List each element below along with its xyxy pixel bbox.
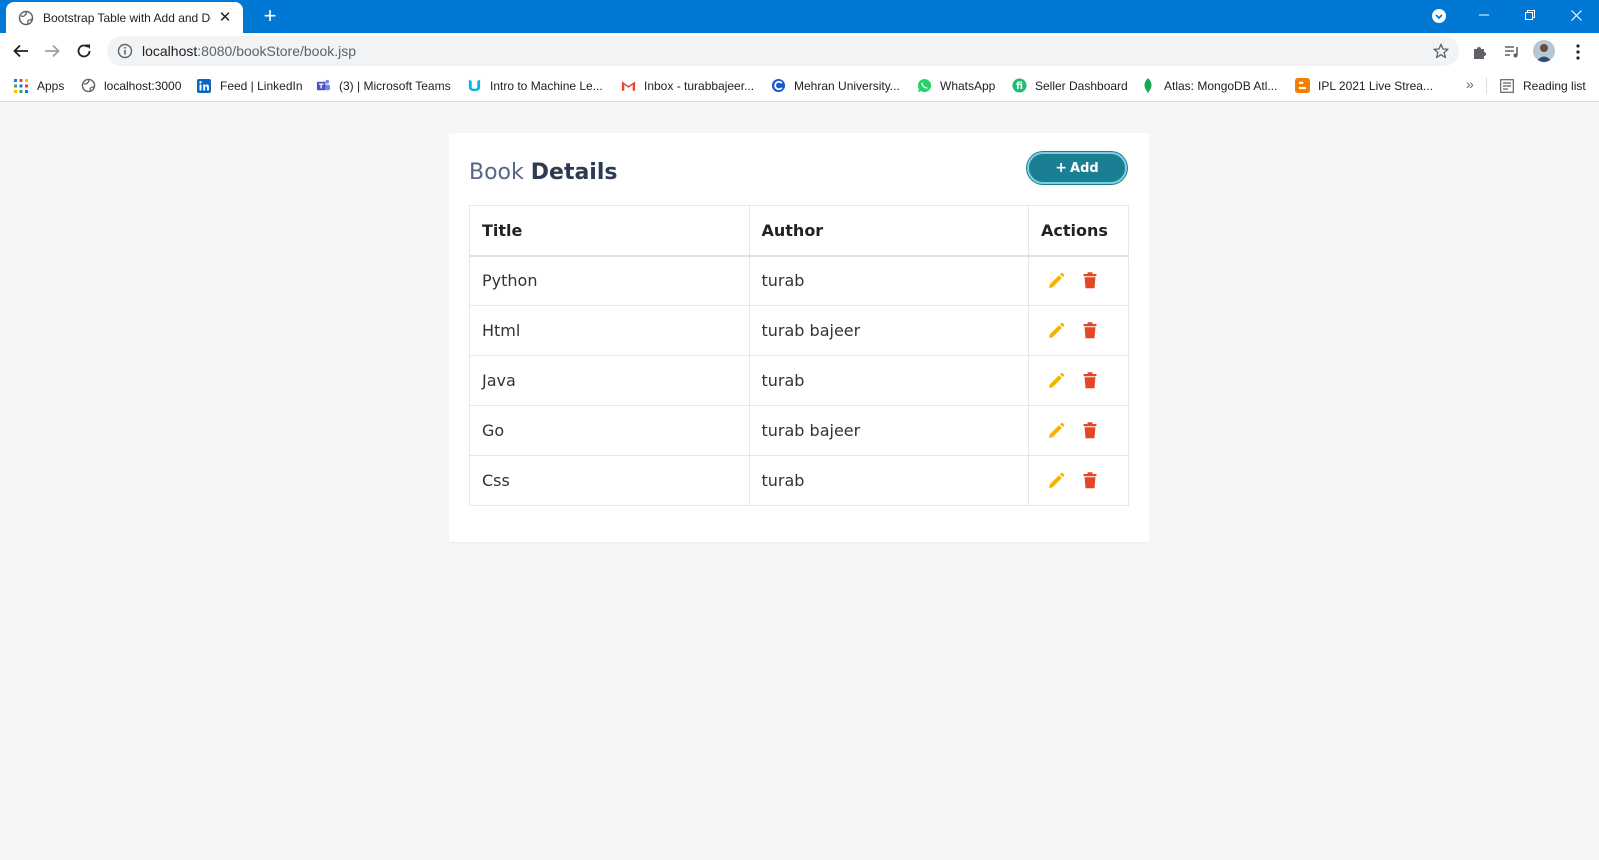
- browser-toolbar: localhost:8080/bookStore/book.jsp: [0, 33, 1599, 69]
- delete-trash-icon[interactable]: [1081, 272, 1099, 290]
- bookmarks-divider: [1486, 77, 1487, 94]
- extensions-puzzle-icon[interactable]: [1471, 43, 1489, 61]
- bookmark-microsoft-teams[interactable]: (3) | Microsoft Teams: [315, 77, 451, 94]
- table-row: Css turab: [469, 455, 1129, 506]
- book-author-cell: turab bajeer: [748, 305, 1030, 356]
- bookmark-gmail[interactable]: Inbox - turabbajeer...: [620, 77, 754, 94]
- address-bar[interactable]: localhost:8080/bookStore/book.jsp: [107, 36, 1459, 66]
- close-window-icon[interactable]: [1553, 0, 1599, 30]
- linkedin-icon: [196, 78, 212, 94]
- bookmark-seller-dashboard[interactable]: fi Seller Dashboard: [1011, 77, 1128, 94]
- table-row: Go turab bajeer: [469, 405, 1129, 456]
- reading-list-icon: [1499, 78, 1515, 94]
- minimize-window-icon[interactable]: [1461, 0, 1507, 30]
- book-author-cell: turab: [748, 255, 1030, 306]
- tab-title: Bootstrap Table with Add and Delete: [43, 10, 211, 25]
- globe-icon: [18, 10, 34, 26]
- book-title-cell: Css: [469, 455, 750, 506]
- add-book-button[interactable]: + Add: [1027, 152, 1127, 184]
- edit-pencil-icon[interactable]: [1047, 272, 1065, 290]
- tab-search-icon[interactable]: [1431, 8, 1447, 24]
- bookmark-star-icon[interactable]: [1433, 43, 1449, 59]
- table-header-row: Title Author Actions: [469, 205, 1129, 257]
- book-title-cell: Html: [469, 305, 750, 356]
- university-icon: [770, 78, 786, 94]
- book-title-cell: Java: [469, 355, 750, 406]
- close-icon[interactable]: ✕: [217, 9, 233, 26]
- apps-grid-icon: [13, 78, 29, 94]
- teams-icon: [315, 78, 331, 94]
- new-tab-plus-icon[interactable]: +: [258, 4, 282, 28]
- bookmarks-bar: Apps localhost:3000 Feed | LinkedIn (3) …: [0, 69, 1599, 102]
- reload-icon[interactable]: [72, 39, 96, 63]
- table-row: Java turab: [469, 355, 1129, 406]
- column-header-title: Title: [469, 205, 750, 257]
- browser-tab-active[interactable]: Bootstrap Table with Add and Delete ✕: [6, 2, 243, 33]
- edit-pencil-icon[interactable]: [1047, 472, 1065, 490]
- whatsapp-icon: [916, 78, 932, 94]
- reading-list-button[interactable]: Reading list: [1499, 77, 1586, 94]
- svg-text:fi: fi: [1016, 81, 1023, 92]
- bookmark-mehran-university[interactable]: Mehran University...: [770, 77, 900, 94]
- delete-trash-icon[interactable]: [1081, 322, 1099, 340]
- udacity-icon: [466, 78, 482, 94]
- gmail-icon: [620, 78, 636, 94]
- edit-pencil-icon[interactable]: [1047, 372, 1065, 390]
- actions-cell: [1028, 405, 1129, 456]
- bookmark-udacity[interactable]: Intro to Machine Le...: [466, 77, 603, 94]
- mongodb-leaf-icon: [1140, 77, 1156, 94]
- site-info-icon[interactable]: [117, 43, 133, 59]
- media-control-icon[interactable]: [1503, 43, 1521, 61]
- browser-title-bar: Bootstrap Table with Add and Delete ✕ +: [0, 0, 1599, 33]
- book-author-cell: turab: [748, 455, 1030, 506]
- book-title-cell: Go: [469, 405, 750, 456]
- bookmark-linkedin[interactable]: Feed | LinkedIn: [196, 77, 303, 94]
- bookmark-mongodb-atlas[interactable]: Atlas: MongoDB Atl...: [1140, 77, 1277, 94]
- edit-pencil-icon[interactable]: [1047, 322, 1065, 340]
- books-table: Title Author Actions Python turab Html t…: [469, 205, 1129, 506]
- page-title: Book Details: [469, 160, 618, 185]
- column-header-actions: Actions: [1028, 205, 1129, 257]
- actions-cell: [1028, 355, 1129, 406]
- restore-window-icon[interactable]: [1507, 0, 1553, 30]
- delete-trash-icon[interactable]: [1081, 472, 1099, 490]
- forward-arrow-icon[interactable]: [40, 39, 64, 63]
- globe-icon: [80, 78, 96, 94]
- fiverr-icon: fi: [1011, 78, 1027, 94]
- bookmark-ipl-2021[interactable]: IPL 2021 Live Strea...: [1294, 77, 1433, 94]
- book-author-cell: turab: [748, 355, 1030, 406]
- book-details-card: Book Details + Add Title Author Actions …: [449, 133, 1149, 542]
- actions-cell: [1028, 255, 1129, 306]
- table-row: Html turab bajeer: [469, 305, 1129, 356]
- bookmark-localhost-3000[interactable]: localhost:3000: [80, 77, 181, 94]
- delete-trash-icon[interactable]: [1081, 372, 1099, 390]
- plus-icon: +: [1055, 160, 1068, 176]
- delete-trash-icon[interactable]: [1081, 422, 1099, 440]
- bookmark-apps[interactable]: Apps: [13, 77, 64, 94]
- kebab-menu-icon[interactable]: [1569, 43, 1587, 61]
- blogger-icon: [1294, 78, 1310, 94]
- actions-cell: [1028, 305, 1129, 356]
- book-author-cell: turab bajeer: [748, 405, 1030, 456]
- back-arrow-icon[interactable]: [9, 39, 33, 63]
- actions-cell: [1028, 455, 1129, 506]
- url-text[interactable]: localhost:8080/bookStore/book.jsp: [142, 43, 356, 59]
- column-header-author: Author: [748, 205, 1030, 257]
- table-row: Python turab: [469, 255, 1129, 306]
- more-bookmarks-chevron[interactable]: »: [1466, 76, 1474, 92]
- edit-pencil-icon[interactable]: [1047, 422, 1065, 440]
- profile-avatar[interactable]: [1533, 40, 1555, 62]
- book-title-cell: Python: [469, 255, 750, 306]
- bookmark-whatsapp[interactable]: WhatsApp: [916, 77, 995, 94]
